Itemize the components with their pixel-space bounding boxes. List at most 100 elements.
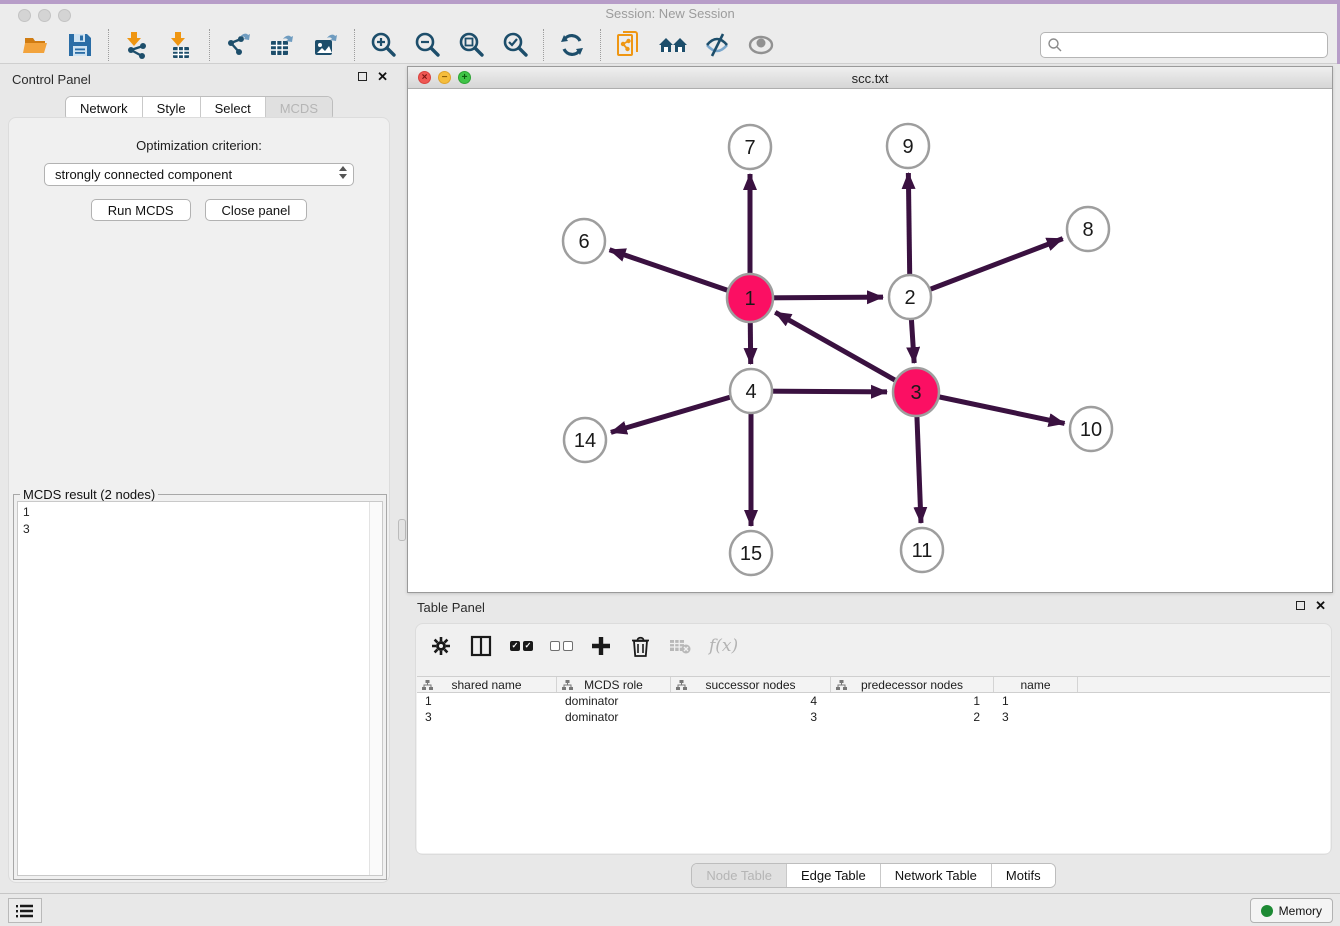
save-session-button[interactable] <box>65 30 95 60</box>
mcds-result-textarea[interactable]: 1 3 <box>17 501 383 876</box>
table-row[interactable]: 3 dominator 3 2 3 <box>417 709 1330 725</box>
network-window-titlebar[interactable]: × − + scc.txt <box>408 67 1332 89</box>
criterion-select[interactable]: strongly connected component <box>44 163 354 186</box>
graph-node-4[interactable]: 4 <box>730 369 772 413</box>
cell-shared-name[interactable]: 3 <box>417 709 557 725</box>
refresh-view-button[interactable] <box>557 30 587 60</box>
sitemap-icon <box>562 680 573 691</box>
table-header-row: shared name MCDS role successor nodes pr… <box>417 676 1330 693</box>
first-neighbors-button[interactable] <box>658 30 688 60</box>
graph-node-1[interactable]: 1 <box>727 274 773 322</box>
open-session-button[interactable] <box>21 30 51 60</box>
show-all-button[interactable] <box>746 30 776 60</box>
show-panels-button[interactable] <box>8 898 42 923</box>
close-table-panel-icon[interactable]: ✕ <box>1315 601 1326 610</box>
deselect-all-button[interactable] <box>550 641 573 651</box>
result-scrollbar[interactable] <box>369 502 382 875</box>
export-image-button[interactable] <box>311 30 341 60</box>
cell-name[interactable]: 1 <box>994 693 1078 709</box>
columns-icon <box>470 635 492 657</box>
zoom-selected-icon <box>501 31 529 59</box>
tab-edge-table[interactable]: Edge Table <box>786 864 880 887</box>
search-input[interactable] <box>1040 32 1328 58</box>
cell-shared-name[interactable]: 1 <box>417 693 557 709</box>
network-window-title: scc.txt <box>408 71 1332 86</box>
close-panel-button[interactable]: Close panel <box>205 199 308 221</box>
import-table-icon <box>167 31 195 59</box>
import-network-button[interactable] <box>122 30 152 60</box>
mcds-result-title: MCDS result (2 nodes) <box>20 487 158 502</box>
show-columns-button[interactable] <box>469 634 493 658</box>
graph-node-15[interactable]: 15 <box>730 531 772 575</box>
import-network-icon <box>123 31 151 59</box>
float-table-panel-icon[interactable] <box>1296 601 1305 610</box>
function-builder-button[interactable]: f(x) <box>709 636 738 656</box>
close-panel-icon[interactable]: ✕ <box>377 72 388 81</box>
cell-name[interactable]: 3 <box>994 709 1078 725</box>
new-network-from-selection-button[interactable] <box>614 30 644 60</box>
graph-node-7[interactable]: 7 <box>729 125 771 169</box>
cell-mcds-role[interactable]: dominator <box>557 693 671 709</box>
graph-node-14[interactable]: 14 <box>564 418 606 462</box>
add-column-button[interactable] <box>590 635 612 657</box>
import-table-button[interactable] <box>166 30 196 60</box>
memory-label: Memory <box>1279 904 1322 918</box>
cell-successor-nodes[interactable]: 4 <box>671 693 831 709</box>
network-canvas[interactable]: 7 9 6 8 1 2 4 3 14 10 15 11 <box>408 89 1332 592</box>
sitemap-icon <box>676 680 687 691</box>
cell-successor-nodes[interactable]: 3 <box>671 709 831 725</box>
cell-predecessor-nodes[interactable]: 2 <box>831 709 994 725</box>
search-container <box>1040 32 1328 58</box>
hide-selected-button[interactable] <box>702 30 732 60</box>
graph-edge-2-8[interactable] <box>910 239 1063 297</box>
table-tabs: Node Table Edge Table Network Table Moti… <box>691 863 1055 888</box>
column-header-shared-name[interactable]: shared name <box>417 677 557 692</box>
table-settings-button[interactable] <box>430 635 452 657</box>
column-header-name[interactable]: name <box>994 677 1078 692</box>
column-header-successor-nodes[interactable]: successor nodes <box>671 677 831 692</box>
select-all-button[interactable]: ✓ ✓ <box>510 641 533 651</box>
column-header-predecessor-nodes[interactable]: predecessor nodes <box>831 677 994 692</box>
zoom-fit-button[interactable] <box>456 30 486 60</box>
table-panel-body: ✓ ✓ <box>415 623 1332 855</box>
delete-rows-button[interactable] <box>629 635 651 657</box>
graph-node-10[interactable]: 10 <box>1070 407 1112 451</box>
zoom-in-button[interactable] <box>368 30 398 60</box>
graph-node-6[interactable]: 6 <box>563 219 605 263</box>
zoom-out-button[interactable] <box>412 30 442 60</box>
column-label: name <box>1020 678 1050 692</box>
memory-button[interactable]: Memory <box>1250 898 1333 923</box>
open-folder-icon <box>22 31 50 59</box>
search-icon <box>1047 37 1063 53</box>
result-line: 1 <box>23 504 377 521</box>
select-stepper-icon <box>339 166 347 179</box>
export-table-icon <box>268 31 296 59</box>
float-panel-icon[interactable] <box>358 72 367 81</box>
zoom-fit-icon <box>457 31 485 59</box>
tab-motifs[interactable]: Motifs <box>991 864 1055 887</box>
table-row[interactable]: 1 dominator 4 1 1 <box>417 693 1330 709</box>
svg-text:8: 8 <box>1082 219 1093 241</box>
cell-mcds-role[interactable]: dominator <box>557 709 671 725</box>
delete-column-button[interactable] <box>668 635 692 657</box>
zoom-out-icon <box>413 31 441 59</box>
graph-node-11[interactable]: 11 <box>901 528 943 572</box>
column-header-mcds-role[interactable]: MCDS role <box>557 677 671 692</box>
graph-node-2[interactable]: 2 <box>889 275 931 319</box>
graph-node-3[interactable]: 3 <box>893 368 939 416</box>
table-toolbar: ✓ ✓ <box>416 624 1331 668</box>
run-mcds-button[interactable]: Run MCDS <box>91 199 191 221</box>
export-table-button[interactable] <box>267 30 297 60</box>
sitemap-icon <box>422 680 433 691</box>
graph-node-9[interactable]: 9 <box>887 124 929 168</box>
zoom-selected-button[interactable] <box>500 30 530 60</box>
tab-network-table[interactable]: Network Table <box>880 864 991 887</box>
network-graph[interactable]: 7 9 6 8 1 2 4 3 14 10 15 11 <box>408 89 1332 592</box>
export-network-button[interactable] <box>223 30 253 60</box>
node-table: shared name MCDS role successor nodes pr… <box>417 676 1330 853</box>
graph-node-8[interactable]: 8 <box>1067 207 1109 251</box>
zoom-in-icon <box>369 31 397 59</box>
vertical-splitter-handle[interactable] <box>398 519 406 541</box>
cell-predecessor-nodes[interactable]: 1 <box>831 693 994 709</box>
tab-node-table[interactable]: Node Table <box>692 864 786 887</box>
